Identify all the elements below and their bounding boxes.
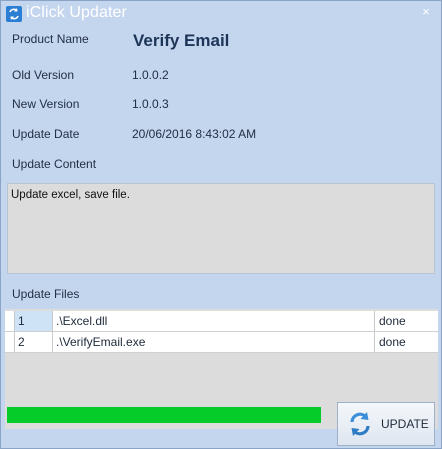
file-name-cell: .\Excel.dll (52, 311, 375, 331)
close-button[interactable]: × (419, 5, 433, 19)
new-version-value: 1.0.0.3 (132, 97, 169, 111)
update-button[interactable]: UPDATE (337, 402, 435, 446)
old-version-label: Old Version (12, 68, 75, 82)
product-name-value: Verify Email (133, 31, 230, 50)
product-name-label: Product Name (12, 32, 89, 46)
progress-fill (7, 407, 321, 423)
table-row[interactable]: 2 .\VerifyEmail.exe done (5, 332, 438, 353)
new-version-label: New Version (12, 97, 80, 111)
update-date-label: Update Date (12, 127, 80, 141)
title-bar: iClick Updater × (1, 1, 441, 25)
app-icon (6, 6, 22, 22)
window-title: iClick Updater (26, 4, 127, 21)
table-row[interactable]: 1 .\Excel.dll done (5, 311, 438, 332)
update-content-label: Update Content (12, 157, 97, 171)
row-number: 2 (15, 332, 53, 352)
update-date-value: 20/06/2016 8:43:02 AM (132, 127, 257, 141)
update-content-textbox[interactable]: Update excel, save file. (7, 183, 435, 274)
row-selector[interactable] (5, 311, 15, 331)
refresh-icon (350, 412, 370, 436)
row-selector[interactable] (5, 332, 15, 352)
status-cell: done (379, 314, 406, 328)
update-files-label: Update Files (12, 287, 80, 301)
status-cell: done (379, 335, 406, 349)
update-button-label: UPDATE (381, 417, 429, 431)
update-content-text: Update excel, save file. (11, 189, 130, 201)
progress-bar (7, 407, 321, 423)
file-name-cell: .\VerifyEmail.exe (52, 332, 375, 352)
updater-window: iClick Updater × Product Name Verify Ema… (0, 0, 442, 449)
close-icon: × (422, 4, 430, 19)
old-version-value: 1.0.0.2 (132, 68, 169, 82)
row-number: 1 (15, 311, 53, 331)
